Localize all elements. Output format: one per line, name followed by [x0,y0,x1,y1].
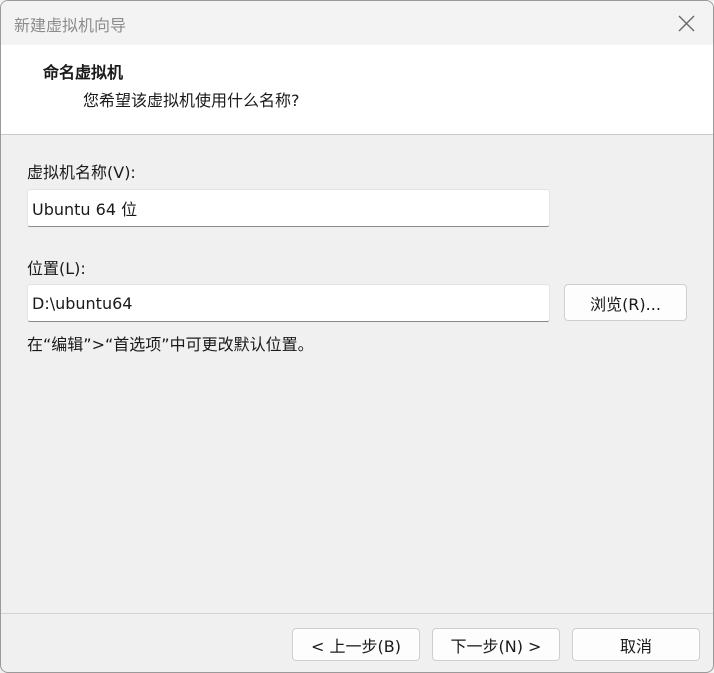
page-subtitle: 您希望该虚拟机使用什么名称? [83,91,300,110]
wizard-header: 命名虚拟机 您希望该虚拟机使用什么名称? [1,45,713,135]
new-vm-wizard-window: 新建虚拟机向导 命名虚拟机 您希望该虚拟机使用什么名称? 虚拟机名称(V): 位… [0,0,714,673]
window-title: 新建虚拟机向导 [14,16,127,35]
title-bar: 新建虚拟机向导 [1,1,713,45]
back-button[interactable]: < 上一步(B) [292,628,420,661]
close-button[interactable] [659,1,713,45]
close-icon [678,15,694,31]
location-label: 位置(L): [27,259,86,278]
location-input[interactable] [27,284,550,322]
footer-divider [1,613,713,614]
vm-name-input[interactable] [27,189,550,227]
vm-name-label: 虚拟机名称(V): [27,163,136,182]
next-button[interactable]: 下一步(N) > [432,628,560,661]
cancel-button[interactable]: 取消 [572,628,700,661]
page-title: 命名虚拟机 [43,63,124,82]
browse-button[interactable]: 浏览(R)... [564,284,687,321]
location-hint: 在“编辑”>“首选项”中可更改默认位置。 [27,335,314,354]
